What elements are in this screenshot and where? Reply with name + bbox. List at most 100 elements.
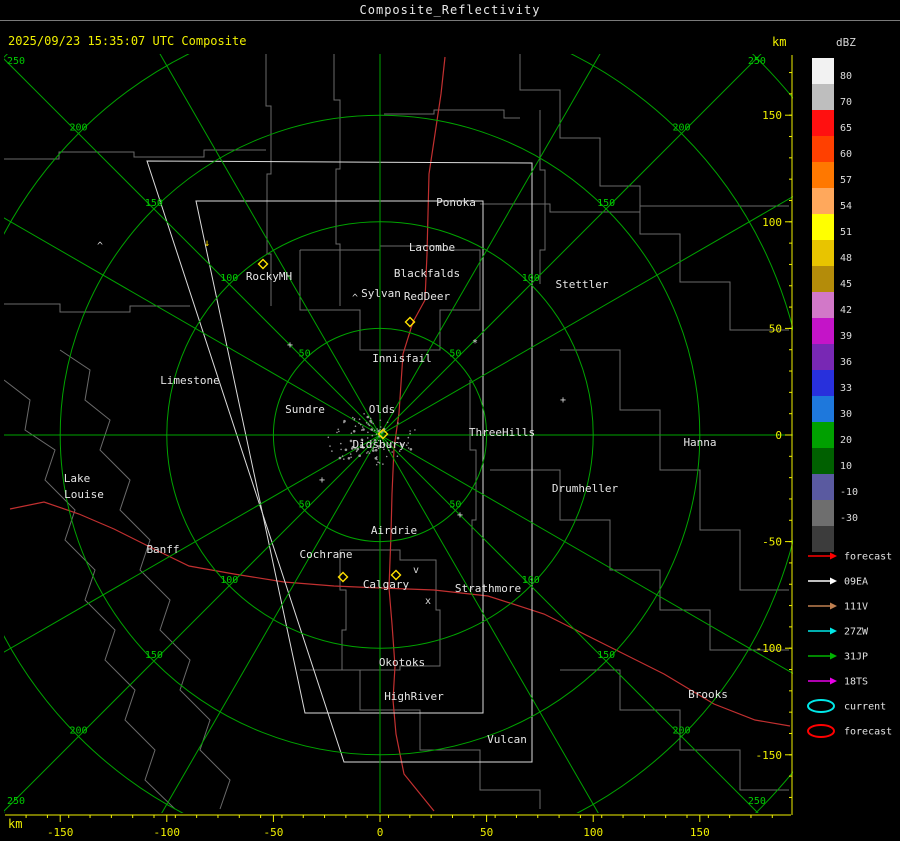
city-label-reddeer: RedDeer: [404, 290, 451, 303]
dbz-swatch-45: [812, 266, 834, 292]
map-marker: +: [560, 395, 566, 406]
echo-dot: [350, 456, 352, 459]
echo-dot: [354, 425, 357, 428]
range-ring-label: 100: [220, 575, 238, 586]
range-ring-label: 250: [7, 56, 25, 67]
city-label-limestone: Limestone: [160, 374, 220, 387]
echo-dot: [365, 422, 368, 424]
right-tick-label: 0: [775, 429, 782, 442]
arrow-head-icon: [830, 577, 837, 585]
legend-item-09EA: 09EA: [808, 577, 868, 588]
range-ring-label: 100: [522, 273, 540, 284]
right-tick-label: -100: [756, 642, 783, 655]
city-label-brooks: Brooks: [688, 688, 728, 701]
dbz-value-label: 51: [840, 227, 853, 238]
echo-dot: [377, 461, 379, 464]
bottom-tick-label: 50: [480, 826, 493, 839]
dbz-swatch-30: [812, 396, 834, 422]
legend-item-18TS: 18TS: [808, 677, 868, 688]
echo-dot: [353, 418, 356, 420]
timestamp: 2025/09/23 15:35:07 UTC Composite: [8, 34, 247, 48]
right-tick-label: 150: [762, 109, 782, 122]
echo-dot: [361, 426, 364, 428]
echo-dot: [361, 429, 363, 431]
radar-map-canvas[interactable]: 50 50 50 50 100 100 100 100 150 150 150 150 200 200 20…: [4, 54, 793, 813]
echo-dot: [366, 452, 368, 454]
echo-dot: [370, 428, 374, 431]
bottom-tick-label: -100: [154, 826, 181, 839]
boundary-line: [539, 110, 546, 284]
echo-dot: [327, 436, 330, 439]
range-ring-label: 150: [145, 198, 163, 209]
city-label-drumheller: Drumheller: [552, 482, 619, 495]
echo-dot: [407, 442, 410, 444]
dbz-value-label: 30: [840, 409, 853, 420]
dbz-swatch-51: [812, 214, 834, 240]
city-label-calgary: Calgary: [363, 578, 410, 591]
map-marker: +: [319, 475, 325, 486]
echo-dot: [344, 448, 348, 452]
echo-dot: [363, 413, 365, 415]
echo-dot: [349, 453, 352, 455]
right-tick-label: 100: [762, 216, 782, 229]
dbz-swatch-54: [812, 188, 834, 214]
dbz-value-label: 70: [840, 97, 853, 108]
legend-item-label: 27ZW: [844, 627, 869, 638]
arrow-head-icon: [830, 677, 837, 685]
legend-item-label: 111V: [844, 602, 868, 613]
bottom-axis-ruler: -150 -100 -50 0 50 100 150: [5, 814, 791, 839]
echo-dot: [352, 416, 354, 419]
dbz-swatch-36: [812, 344, 834, 370]
echo-dot: [373, 429, 376, 432]
echo-dot: [386, 421, 389, 424]
radar-site-icon: [257, 258, 269, 270]
echo-dot: [368, 424, 371, 427]
echo-dot: [407, 447, 410, 449]
boundary-line: [469, 380, 477, 590]
echo-dot: [338, 456, 342, 460]
echo-dot: [376, 428, 379, 430]
echo-dot: [385, 455, 388, 458]
echo-dot: [382, 463, 384, 465]
echo-dot: [379, 419, 382, 422]
current-ellipse-icon: [807, 699, 835, 713]
range-ring-label: 50: [449, 499, 461, 510]
dbz-swatch-39: [812, 318, 834, 344]
range-ring-label: 100: [522, 575, 540, 586]
track-legend: forecast 09EA 111V 27ZW 31JP 18TS current forec…: [807, 552, 892, 738]
dbz-swatch-42: [812, 292, 834, 318]
radar-app: { "title": "Composite_Reflectivity", "ti…: [0, 0, 900, 841]
arrow-head-icon: [830, 552, 837, 560]
echo-dot: [407, 436, 410, 439]
city-label-sundre: Sundre: [285, 403, 325, 416]
city-label-threehills: ThreeHills: [469, 426, 535, 439]
echo-dot: [414, 429, 416, 431]
dbz-value-label: 65: [840, 123, 853, 134]
echo-dot: [343, 458, 345, 460]
dbz-value-label: 48: [840, 253, 853, 264]
dbz-swatch--30: [812, 500, 834, 526]
right-axis-ruler: 150 100 50 0 -50 -100 -150: [756, 55, 793, 815]
echo-dot: [350, 432, 353, 435]
range-ring-label: 50: [299, 349, 311, 360]
echo-dot: [368, 452, 371, 455]
boundary-line: [4, 379, 176, 810]
range-ring-label: 50: [449, 349, 461, 360]
city-label-strathmore: Strathmore: [455, 582, 521, 595]
echo-dot: [367, 451, 369, 453]
echo-dot: [343, 419, 346, 423]
echo-dot: [337, 428, 340, 431]
azimuth-line: [4, 434, 381, 812]
right-tick-label: -50: [762, 536, 782, 549]
dbz-value-label: 10: [840, 461, 853, 472]
bottom-tick-label: -150: [47, 826, 74, 839]
map-marker: +: [457, 510, 463, 521]
dbz-swatch-60: [812, 136, 834, 162]
bottom-tick-label: 100: [583, 826, 603, 839]
echo-dot: [409, 432, 411, 435]
echo-dot: [409, 430, 411, 432]
boundary-line: [4, 303, 190, 313]
city-label-sylvan: Sylvan: [361, 287, 401, 300]
legend-item-label: forecast: [844, 552, 892, 563]
dbz-value-label: 54: [840, 201, 853, 212]
